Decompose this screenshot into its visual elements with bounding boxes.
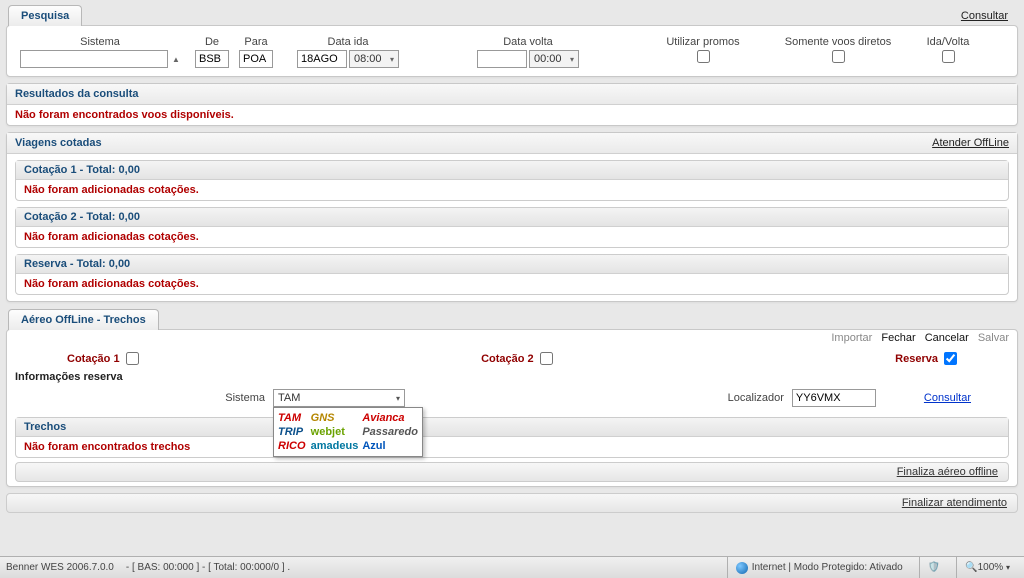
- select-sistema-offline[interactable]: TAM▾: [273, 389, 405, 407]
- label-sistema-off: Sistema: [225, 392, 265, 404]
- trechos-msg: Não foram encontrados trechos: [16, 437, 1008, 457]
- dd-passaredo[interactable]: Passaredo: [362, 426, 418, 438]
- cotacao2-msg: Não foram adicionadas cotações.: [16, 227, 1008, 247]
- dd-trip[interactable]: TRIP: [278, 426, 307, 438]
- status-net: Internet | Modo Protegido: Ativado: [752, 562, 903, 573]
- label-data-volta: Data volta: [503, 36, 553, 48]
- expand-icon[interactable]: ▲: [172, 55, 180, 64]
- label-de: De: [205, 36, 219, 48]
- zoom-control[interactable]: 🔍 100% ▾: [956, 557, 1018, 578]
- dd-azul[interactable]: Azul: [362, 440, 418, 452]
- input-sistema[interactable]: [20, 50, 168, 68]
- resultados-header: Resultados da consulta: [7, 84, 1017, 105]
- label-localizador: Localizador: [728, 392, 784, 404]
- label-diretos: Somente voos diretos: [785, 36, 891, 48]
- finaliza-aereo-link[interactable]: Finaliza aéreo offline: [897, 466, 998, 478]
- input-data-volta[interactable]: [477, 50, 527, 68]
- label-sistema: Sistema: [80, 36, 120, 48]
- status-info: - [ BAS: 00:000 ] - [ Total: 00:000/0 ] …: [126, 562, 290, 573]
- sel-cot2-label: Cotação 2: [481, 353, 534, 365]
- info-reserva-label: Informações reserva: [7, 369, 1017, 385]
- dd-avianca[interactable]: Avianca: [362, 412, 418, 424]
- label-promos: Utilizar promos: [666, 36, 739, 48]
- action-fechar[interactable]: Fechar: [881, 332, 915, 344]
- dd-amadeus[interactable]: amadeus: [311, 440, 359, 452]
- label-idavolta: Ida/Volta: [927, 36, 970, 48]
- status-bar: Benner WES 2006.7.0.0 - [ BAS: 00:000 ] …: [0, 556, 1024, 578]
- checkbox-cot1[interactable]: [126, 352, 139, 365]
- viagens-header: Viagens cotadas Atender OffLine: [7, 133, 1017, 154]
- dd-rico[interactable]: RICO: [278, 440, 307, 452]
- checkbox-reserva[interactable]: [944, 352, 957, 365]
- resultados-msg: Não foram encontrados voos disponíveis.: [7, 105, 1017, 125]
- checkbox-cot2[interactable]: [540, 352, 553, 365]
- checkbox-diretos[interactable]: [832, 50, 845, 63]
- action-importar: Importar: [831, 332, 872, 344]
- input-para[interactable]: [239, 50, 273, 68]
- globe-icon: [736, 562, 748, 574]
- select-hora-volta[interactable]: 00:00▾: [529, 50, 579, 68]
- dd-tam[interactable]: TAM: [278, 412, 307, 424]
- sel-cot1-label: Cotação 1: [67, 353, 120, 365]
- cotacao1-msg: Não foram adicionadas cotações.: [16, 180, 1008, 200]
- checkbox-promos[interactable]: [697, 50, 710, 63]
- atender-offline-link[interactable]: Atender OffLine: [932, 137, 1009, 149]
- status-security-icon: 🛡️: [919, 557, 948, 578]
- checkbox-idavolta[interactable]: [942, 50, 955, 63]
- cotacao2-header: Cotação 2 - Total: 0,00: [16, 208, 1008, 227]
- finalizar-atendimento-link[interactable]: Finalizar atendimento: [902, 497, 1007, 509]
- action-salvar: Salvar: [978, 332, 1009, 344]
- select-hora-ida[interactable]: 08:00▾: [349, 50, 399, 68]
- link-consultar-loc[interactable]: Consultar: [924, 392, 971, 404]
- consultar-link[interactable]: Consultar: [961, 10, 1008, 22]
- dropdown-sistema[interactable]: TAM GNS Avianca TRIP webjet Passaredo RI…: [273, 407, 423, 457]
- cotacao1-header: Cotação 1 - Total: 0,00: [16, 161, 1008, 180]
- input-de[interactable]: [195, 50, 229, 68]
- status-app: Benner WES 2006.7.0.0: [6, 562, 114, 573]
- input-localizador[interactable]: [792, 389, 876, 407]
- reserva-header: Reserva - Total: 0,00: [16, 255, 1008, 274]
- trechos-header: Trechos: [16, 418, 1008, 437]
- action-cancelar[interactable]: Cancelar: [925, 332, 969, 344]
- sel-reserva-label: Reserva: [895, 353, 938, 365]
- tab-pesquisa[interactable]: Pesquisa: [8, 5, 82, 26]
- tab-aereo-offline[interactable]: Aéreo OffLine - Trechos: [8, 309, 159, 330]
- dd-webjet[interactable]: webjet: [311, 426, 359, 438]
- reserva-msg: Não foram adicionadas cotações.: [16, 274, 1008, 294]
- label-data-ida: Data ida: [328, 36, 369, 48]
- input-data-ida[interactable]: [297, 50, 347, 68]
- label-para: Para: [244, 36, 267, 48]
- dd-gns[interactable]: GNS: [311, 412, 359, 424]
